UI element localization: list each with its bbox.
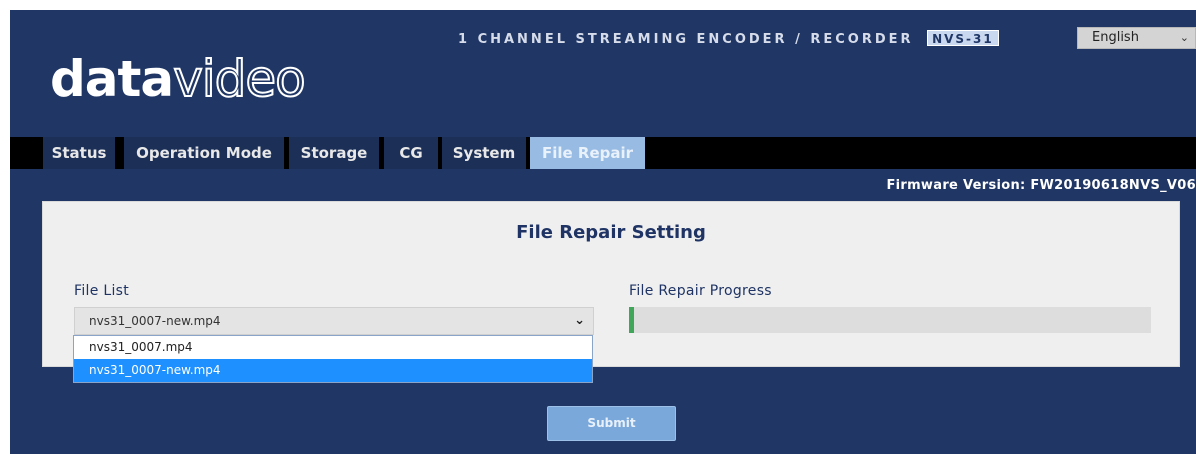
panel-title: File Repair Setting [516, 222, 706, 243]
datavideo-logo: datavideo [50, 44, 307, 114]
logo-text-thin: video [172, 49, 307, 109]
language-select[interactable]: English ⌄ [1077, 27, 1196, 49]
logo-text-bold: data [50, 50, 174, 108]
app-window: datavideo 1 CHANNEL STREAMING ENCODER / … [10, 10, 1196, 454]
tab-cg[interactable]: CG [384, 137, 438, 169]
model-badge: NVS-31 [927, 30, 999, 46]
nav-bar: Status Operation Mode Storage CG System … [10, 137, 1196, 169]
file-list-selected-value: nvs31_0007-new.mp4 [89, 314, 221, 328]
tab-operation-mode[interactable]: Operation Mode [124, 137, 284, 169]
file-option[interactable]: nvs31_0007.mp4 [74, 336, 592, 359]
file-list-label: File List [74, 283, 130, 299]
progress-label: File Repair Progress [629, 283, 772, 299]
firmware-version: Firmware Version: FW20190618NVS_V06 [886, 178, 1196, 193]
repair-progress-fill [629, 307, 635, 333]
chevron-down-icon: ⌄ [574, 313, 585, 328]
tab-system[interactable]: System [442, 137, 526, 169]
file-option-highlighted[interactable]: nvs31_0007-new.mp4 [74, 359, 592, 382]
file-list-dropdown: nvs31_0007.mp4 nvs31_0007-new.mp4 [73, 335, 593, 383]
chevron-down-icon: ⌄ [1179, 31, 1189, 44]
file-list-select[interactable]: nvs31_0007-new.mp4 ⌄ [74, 307, 594, 335]
tab-storage[interactable]: Storage [289, 137, 379, 169]
language-value: English [1092, 30, 1139, 45]
repair-progress-bar [629, 307, 1151, 333]
tab-file-repair[interactable]: File Repair [530, 137, 645, 169]
product-title-text: 1 CHANNEL STREAMING ENCODER / RECORDER [458, 32, 914, 47]
submit-button[interactable]: Submit [547, 406, 676, 441]
tab-status[interactable]: Status [43, 137, 115, 169]
product-title: 1 CHANNEL STREAMING ENCODER / RECORDER N… [458, 30, 999, 48]
